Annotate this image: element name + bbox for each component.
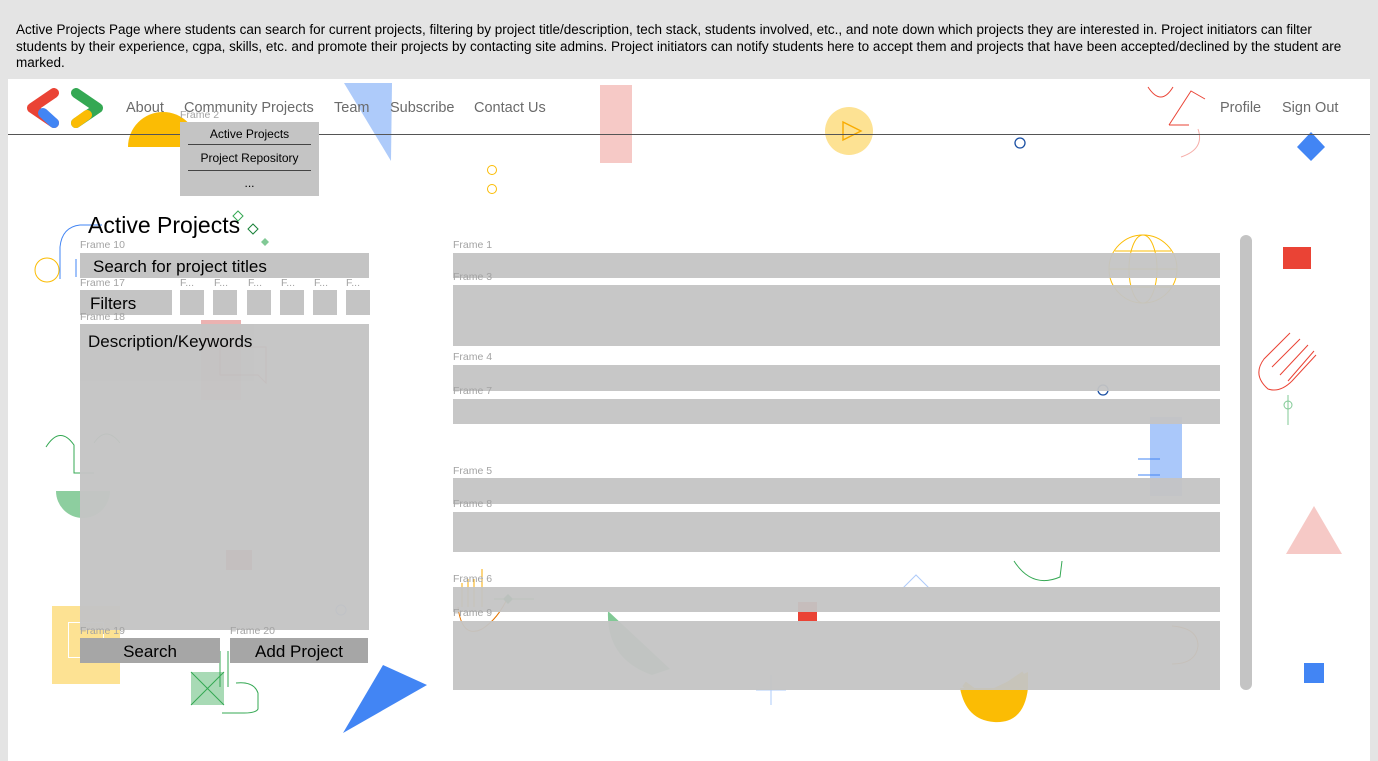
page-title: Active Projects	[88, 212, 241, 238]
project-card[interactable]	[453, 253, 1220, 278]
blue-triangle-decoration	[344, 83, 392, 161]
project-card[interactable]	[453, 399, 1220, 424]
blue-big-triangle-decoration	[343, 665, 427, 733]
red-line-art-decoration	[1147, 86, 1206, 158]
project-frame-label: Frame 3	[453, 271, 493, 283]
filter-chip-label: F...	[248, 277, 263, 289]
dropdown-item-active-projects[interactable]: Active Projects	[188, 127, 311, 141]
blue-ring-decoration	[1014, 137, 1026, 149]
add-project-button[interactable]: Add Project	[230, 638, 368, 663]
description-placeholder: Description/Keywords	[88, 332, 253, 351]
filter-chip[interactable]	[180, 290, 204, 315]
logo[interactable]	[24, 88, 106, 128]
project-card[interactable]	[453, 621, 1220, 690]
project-card[interactable]	[453, 478, 1220, 504]
dropdown-item-more[interactable]: ...	[188, 176, 311, 190]
dropdown-divider	[188, 144, 311, 145]
play-circle-decoration	[825, 107, 873, 155]
project-card[interactable]	[453, 365, 1220, 391]
dropdown-frame-label: Frame 2	[180, 109, 220, 121]
nav-team[interactable]: Team	[334, 100, 369, 116]
filter-chip[interactable]	[280, 290, 304, 315]
blue-diamond-decoration	[1297, 132, 1325, 161]
nav-profile[interactable]: Profile	[1220, 100, 1261, 116]
project-frame-label: Frame 8	[453, 498, 493, 510]
filter-chip[interactable]	[247, 290, 271, 315]
search-input-placeholder: Search for project titles	[93, 257, 267, 276]
search-frame-label: Frame 10	[80, 239, 125, 251]
small-circles-decoration	[487, 165, 497, 194]
pink-rect-decoration	[600, 85, 632, 163]
add-project-button-frame-label: Frame 20	[230, 625, 275, 637]
nav-sign-out[interactable]: Sign Out	[1282, 100, 1338, 116]
search-button[interactable]: Search	[80, 638, 220, 663]
project-frame-label: Frame 1	[453, 239, 493, 251]
search-button-label: Search	[123, 642, 177, 661]
filter-chip-label: F...	[281, 277, 296, 289]
play-icon	[842, 120, 863, 142]
project-card[interactable]	[453, 285, 1220, 346]
wireframe-canvas: About Community Projects Team Subscribe …	[8, 79, 1370, 761]
pink-triangle-decoration	[1286, 506, 1342, 554]
description-frame-label: Frame 18	[80, 311, 125, 323]
page-description: Active Projects Page where students can …	[16, 22, 1342, 70]
project-frame-label: Frame 5	[453, 465, 493, 477]
dropdown-divider	[188, 170, 311, 171]
dropdown-item-project-repository[interactable]: Project Repository	[188, 151, 311, 165]
red-hand-decoration	[1258, 332, 1317, 425]
project-frame-label: Frame 9	[453, 607, 493, 619]
gray-pill-decoration	[1240, 235, 1252, 690]
filter-chip[interactable]	[346, 290, 370, 315]
search-input[interactable]: Search for project titles	[80, 253, 369, 278]
project-card[interactable]	[453, 587, 1220, 612]
nav-subscribe[interactable]: Subscribe	[390, 100, 454, 116]
green-arc-decoration	[1013, 560, 1063, 581]
red-small-rect-decoration	[1283, 247, 1311, 269]
nav-about[interactable]: About	[126, 100, 164, 116]
project-frame-label: Frame 6	[453, 573, 493, 585]
add-project-button-label: Add Project	[255, 642, 343, 661]
project-card[interactable]	[453, 512, 1220, 552]
blue-small-square-decoration	[1304, 663, 1324, 683]
nav-contact-us[interactable]: Contact Us	[474, 100, 546, 116]
search-button-frame-label: Frame 19	[80, 625, 125, 637]
filter-chip-label: F...	[346, 277, 361, 289]
filter-chip[interactable]	[213, 290, 237, 315]
project-frame-label: Frame 4	[453, 351, 493, 363]
filter-chip-label: F...	[314, 277, 329, 289]
filter-chip[interactable]	[313, 290, 337, 315]
filter-chip-label: F...	[214, 277, 229, 289]
community-projects-dropdown: Active Projects Project Repository ...	[180, 122, 319, 196]
blue-dash-decoration	[1138, 458, 1160, 476]
project-frame-label: Frame 7	[453, 385, 493, 397]
filters-frame-label: Frame 17	[80, 277, 125, 289]
envelope-decoration	[190, 671, 225, 706]
filter-chip-label: F...	[180, 277, 195, 289]
description-textarea[interactable]: Description/Keywords	[80, 324, 369, 630]
